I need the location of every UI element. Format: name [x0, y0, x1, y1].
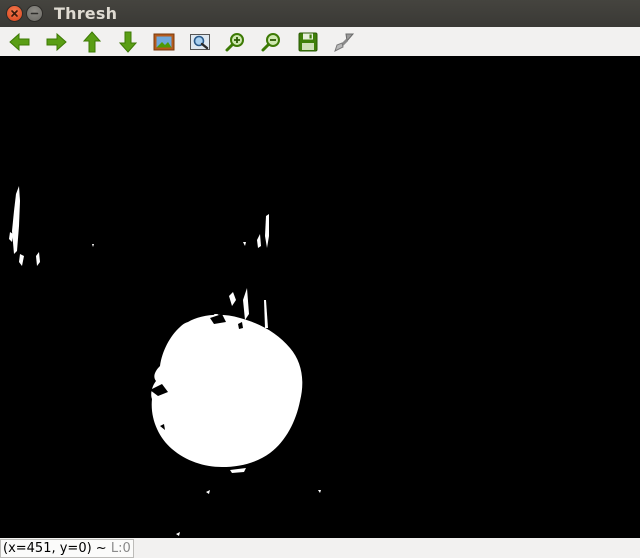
speck-bottom-b: [206, 490, 210, 494]
zoom-original-button[interactable]: [151, 29, 177, 55]
speck-top-b: [243, 288, 249, 320]
pan-up-button[interactable]: [79, 29, 105, 55]
image-canvas[interactable]: [0, 56, 640, 538]
title-bar: Thresh: [0, 0, 640, 27]
speck-left-lower: [19, 254, 24, 266]
zoom-fit-icon: [190, 34, 210, 50]
close-icon: [11, 10, 18, 17]
save-button[interactable]: [295, 29, 321, 55]
zoom-out-button[interactable]: [259, 29, 285, 55]
pan-left-button[interactable]: [7, 29, 33, 55]
toolbar: [0, 27, 640, 57]
blob-main: [151, 314, 303, 467]
status-coords: (x=451, y=0) ~: [3, 541, 111, 556]
speck-left-c: [92, 244, 94, 247]
floppy-icon: [298, 32, 318, 52]
arrow-down-icon: [118, 31, 138, 53]
status-readout: (x=451, y=0) ~ L:0: [0, 539, 134, 558]
speck-top-c: [264, 300, 268, 328]
close-window-button[interactable]: [7, 6, 22, 21]
status-bar: (x=451, y=0) ~ L:0: [0, 538, 640, 558]
speck-top-a: [229, 292, 236, 306]
speck-left-streak: [12, 186, 20, 254]
speck-left-a: [36, 252, 40, 266]
arrow-left-icon: [9, 32, 30, 52]
zoom-fit-button[interactable]: [187, 29, 213, 55]
threshold-image: [9, 186, 321, 536]
properties-button[interactable]: [331, 29, 357, 55]
pan-down-button[interactable]: [115, 29, 141, 55]
zoom-in-button[interactable]: [223, 29, 249, 55]
speck-mid-streak: [265, 214, 269, 248]
status-level: L:0: [110, 541, 131, 556]
window-title: Thresh: [54, 4, 118, 23]
speck-bottom-d: [176, 532, 180, 536]
speck-bottom-c: [318, 490, 321, 493]
speck-mid-b: [257, 234, 261, 248]
minimize-window-button[interactable]: [27, 6, 42, 21]
image-icon: [153, 33, 175, 51]
speck-mid-c: [243, 242, 246, 246]
brush-icon: [334, 33, 355, 52]
zoom-out-icon: [261, 33, 280, 52]
zoom-in-icon: [225, 33, 244, 52]
arrow-up-icon: [82, 31, 102, 53]
arrow-right-icon: [46, 32, 67, 52]
minimize-icon: [30, 12, 39, 15]
speck-bottom-a: [230, 468, 246, 473]
pan-right-button[interactable]: [43, 29, 69, 55]
